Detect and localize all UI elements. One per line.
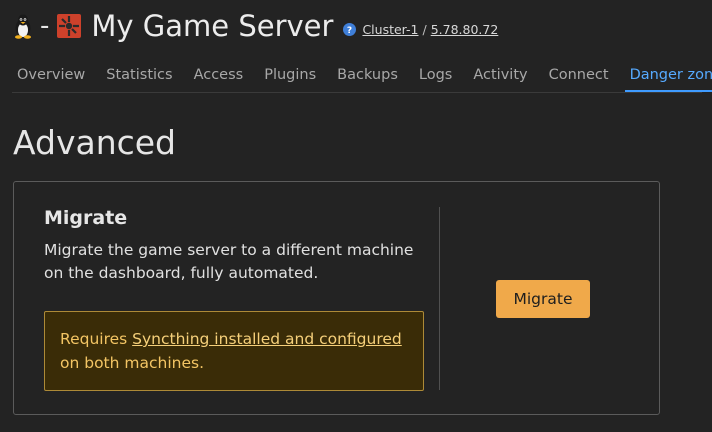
card-divider [439, 207, 440, 390]
migrate-description: Migrate the game server to a different m… [44, 241, 414, 282]
server-header: - My Game Server ? Cluster-1 / 5.78.80.72 [12, 9, 498, 43]
question-circle-icon[interactable]: ? [343, 22, 357, 36]
warning-suffix: on both machines. [60, 354, 204, 372]
migrate-button[interactable]: Migrate [496, 280, 590, 318]
page: - My Game Server ? Cluster-1/5.78.80.72 … [0, 0, 712, 432]
tab-plugins[interactable]: Plugins [259, 62, 321, 91]
header-separator: - [40, 11, 50, 41]
tab-connect[interactable]: Connect [544, 62, 614, 91]
tab-backups[interactable]: Backups [332, 62, 403, 91]
tab-statistics[interactable]: Statistics [101, 62, 177, 91]
svg-text:?: ? [347, 26, 352, 36]
migrate-title: Migrate [44, 207, 128, 229]
linux-tux-icon [15, 14, 31, 39]
warning-prefix: Requires [60, 330, 133, 348]
breadcrumb-separator: / [422, 21, 427, 37]
section-title: Advanced [13, 123, 177, 162]
cluster-link[interactable]: Cluster-1 [362, 22, 418, 37]
tab-activity[interactable]: Activity [468, 62, 532, 91]
breadcrumb: Cluster-1 / 5.78.80.72 [362, 22, 498, 37]
rust-game-icon [57, 14, 82, 38]
tab-bar: Overview Statistics Access Plugins Backu… [12, 62, 712, 93]
server-name: My Game Server [91, 8, 334, 43]
ip-address-link[interactable]: 5.78.80.72 [431, 22, 499, 37]
tab-logs[interactable]: Logs [414, 62, 457, 91]
tab-overview[interactable]: Overview [12, 62, 90, 91]
requirement-warning: Requires Syncthing installed and configu… [44, 311, 424, 391]
migrate-card: Migrate Migrate the game server to a dif… [13, 181, 660, 415]
tab-danger-zone[interactable]: Danger zone [624, 62, 712, 92]
syncthing-link[interactable]: Syncthing installed and configured [132, 330, 402, 348]
tab-access[interactable]: Access [189, 62, 249, 91]
